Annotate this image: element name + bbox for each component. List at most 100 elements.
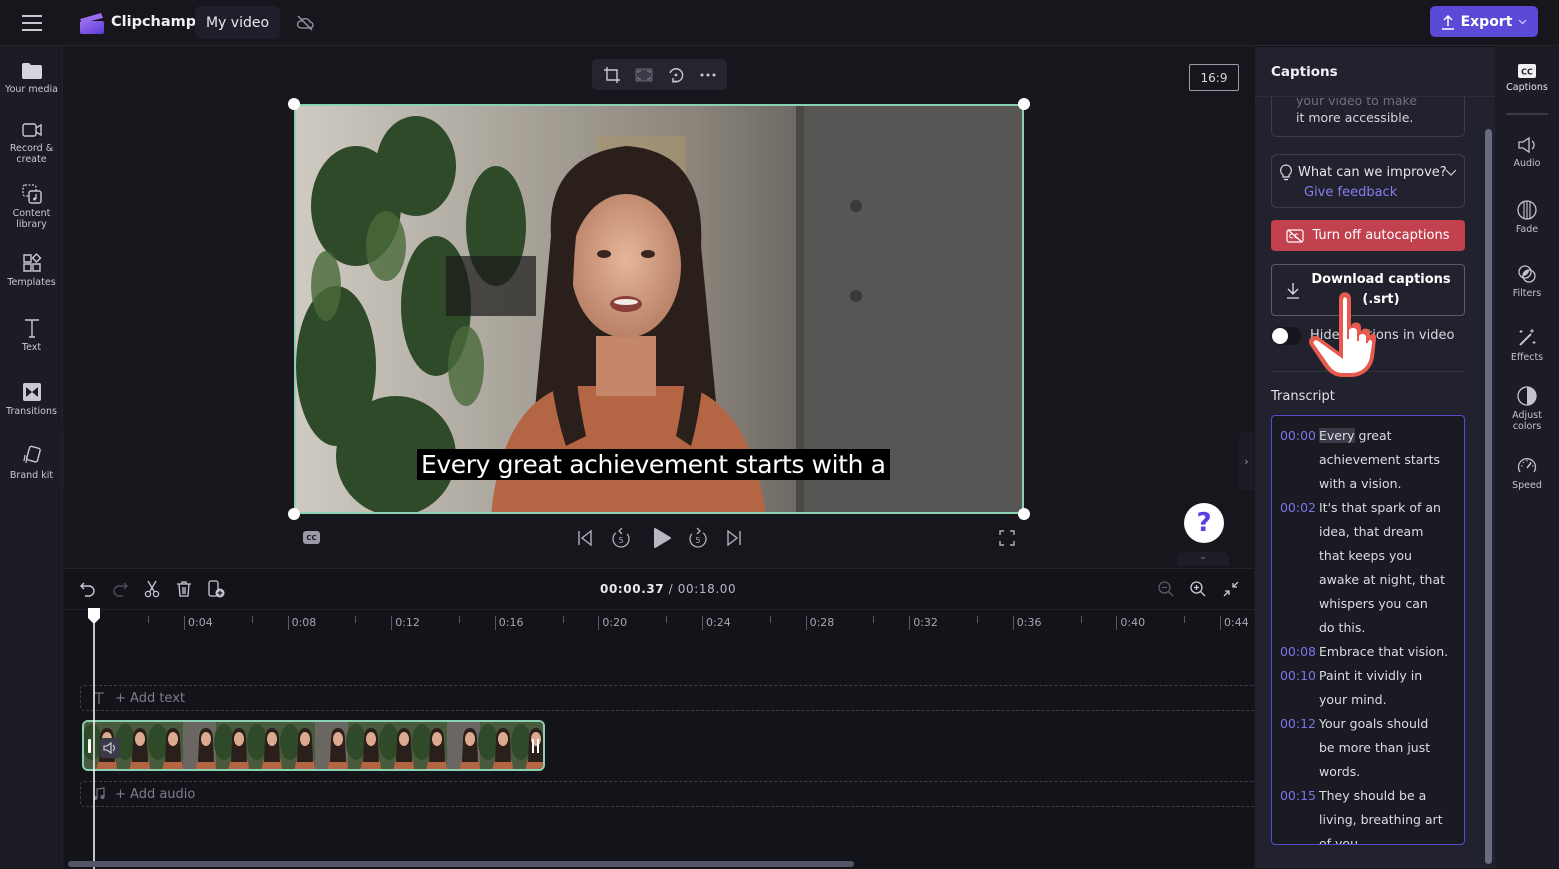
- timeline-ruler[interactable]: 0:04 0:08 0:12 0:16 0:20 0:24 0:28 0:32 0:36 0:40…: [64, 609, 1289, 639]
- transcript-text[interactable]: Your goals should be more than just words.: [1319, 712, 1459, 784]
- sidebar-item-label: Transitions: [6, 406, 57, 417]
- transcript-text[interactable]: It's that spark of an idea, that dream tha…: [1319, 496, 1459, 640]
- export-button[interactable]: Export: [1430, 6, 1538, 37]
- collapse-help-button[interactable]: ⌄: [1177, 552, 1229, 566]
- zoom-in-icon[interactable]: [1188, 579, 1208, 599]
- total-time: 00:18.00: [677, 582, 737, 596]
- sidebar-item-brand-kit[interactable]: Brand kit: [0, 445, 63, 481]
- collapse-panel-button[interactable]: ›: [1239, 432, 1254, 490]
- resize-handle-bottom-left[interactable]: [288, 508, 300, 520]
- turn-off-autocaptions-button[interactable]: Turn off autocaptions: [1271, 220, 1465, 251]
- ruler-tick-label: 0:16: [494, 616, 524, 630]
- rewind-5-seconds-icon[interactable]: 5: [610, 527, 632, 549]
- export-label: Export: [1460, 13, 1513, 30]
- rail-item-audio[interactable]: Audio: [1495, 135, 1559, 169]
- skip-to-start-icon[interactable]: [574, 527, 596, 549]
- sidebar-item-content-library[interactable]: Content library: [0, 183, 63, 230]
- app-name: Clipchamp: [111, 14, 197, 30]
- ruler-tick-label: 0:12: [391, 616, 420, 630]
- download-label-line-2: (.srt): [1362, 292, 1400, 307]
- ruler-minor-tick: [769, 616, 771, 623]
- rail-item-captions[interactable]: CC Captions: [1495, 63, 1559, 93]
- feedback-card[interactable]: What can we improve? Give feedback: [1271, 154, 1465, 208]
- transcript-timestamp[interactable]: 00:12: [1272, 716, 1316, 731]
- transcript-text[interactable]: They should be a living, breathing art of …: [1319, 784, 1459, 845]
- split-scissors-icon[interactable]: [142, 579, 162, 599]
- left-sidebar: Your media Record & create Content libra…: [0, 47, 63, 868]
- clip-audio-icon[interactable]: [100, 738, 120, 758]
- transcript-timestamp[interactable]: 00:10: [1272, 668, 1316, 683]
- transcript-timestamp[interactable]: 00:00: [1272, 428, 1316, 443]
- transcript-line: of you.: [1319, 836, 1362, 845]
- rail-item-filters[interactable]: Filters: [1495, 263, 1559, 299]
- fit-icon[interactable]: [634, 65, 654, 85]
- sidebar-item-label-2: library: [16, 219, 47, 230]
- upload-icon: [1441, 14, 1454, 30]
- ruler-minor-tick: [1080, 616, 1082, 623]
- give-feedback-link[interactable]: Give feedback: [1304, 185, 1397, 200]
- sidebar-item-your-media[interactable]: Your media: [0, 61, 63, 95]
- menu-icon[interactable]: [20, 12, 44, 34]
- sidebar-item-text[interactable]: Text: [0, 317, 63, 353]
- clip-thumbnail: [478, 722, 513, 769]
- project-name-field[interactable]: My video: [195, 6, 280, 39]
- help-button[interactable]: ?: [1184, 503, 1224, 543]
- chevron-down-icon: ⌄: [1199, 552, 1207, 562]
- more-options-icon[interactable]: [698, 65, 718, 85]
- transcript-timestamp[interactable]: 00:02: [1272, 500, 1316, 515]
- forward-5-seconds-icon[interactable]: 5: [687, 527, 709, 549]
- transcript-line: words.: [1319, 764, 1361, 779]
- video-clip[interactable]: [82, 720, 545, 771]
- closed-captions-toggle-button[interactable]: CC: [303, 531, 320, 544]
- rail-item-fade[interactable]: Fade: [1495, 199, 1559, 235]
- transcript-timestamp[interactable]: 00:08: [1272, 644, 1316, 659]
- filters-icon: [1518, 265, 1536, 283]
- rail-item-speed[interactable]: Speed: [1495, 455, 1559, 491]
- rail-item-effects[interactable]: Effects: [1495, 327, 1559, 363]
- sidebar-item-templates[interactable]: Templates: [0, 252, 63, 288]
- crop-icon[interactable]: [602, 65, 622, 85]
- resize-handle-top-left[interactable]: [288, 98, 300, 110]
- transcript-timestamp[interactable]: 00:15: [1272, 788, 1316, 803]
- redo-icon[interactable]: [110, 579, 130, 599]
- transcript-box[interactable]: 00:00 Every great achievement starts with a…: [1271, 415, 1465, 845]
- transcript-line: be more than just: [1319, 740, 1431, 755]
- video-preview[interactable]: Every great achievement starts with a: [294, 104, 1024, 514]
- resize-handle-bottom-right[interactable]: [1018, 508, 1030, 520]
- svg-text:5: 5: [618, 536, 623, 545]
- undo-icon[interactable]: [78, 579, 98, 599]
- rail-item-label: Effects: [1510, 352, 1544, 363]
- fullscreen-icon[interactable]: [999, 530, 1015, 546]
- clip-trim-handle-right[interactable]: [532, 739, 539, 753]
- cloud-sync-off-icon[interactable]: [295, 13, 315, 33]
- transcript-line: Every great: [1319, 428, 1392, 443]
- folder-icon: [21, 63, 42, 79]
- add-media-icon[interactable]: [206, 579, 226, 599]
- transcript-line: Paint it vividly in: [1319, 668, 1423, 683]
- aspect-ratio-button[interactable]: 16:9: [1189, 64, 1239, 91]
- chevron-down-icon[interactable]: [1445, 169, 1457, 177]
- download-captions-button[interactable]: Download captions (.srt): [1271, 264, 1465, 316]
- transcript-text[interactable]: Every great achievement starts with a visi…: [1319, 424, 1459, 496]
- audio-track-placeholder[interactable]: + Add audio: [80, 781, 1254, 807]
- resize-handle-top-right[interactable]: [1018, 98, 1030, 110]
- chevron-right-icon: ›: [1244, 454, 1249, 468]
- text-track-placeholder[interactable]: + Add text: [80, 685, 1254, 711]
- rail-item-adjust-colors[interactable]: Adjust colors: [1495, 385, 1559, 432]
- panel-vertical-scrollbar[interactable]: [1485, 129, 1492, 864]
- transcript-text[interactable]: Paint it vividly in your mind.: [1319, 664, 1459, 712]
- fit-timeline-icon[interactable]: [1221, 579, 1241, 599]
- sidebar-item-record-create[interactable]: Record & create: [0, 120, 63, 165]
- skip-to-end-icon[interactable]: [723, 527, 745, 549]
- playhead[interactable]: [87, 607, 101, 869]
- transcript-text[interactable]: Embrace that vision.: [1319, 640, 1459, 664]
- sidebar-item-transitions[interactable]: Transitions: [0, 381, 63, 417]
- delete-icon[interactable]: [174, 579, 194, 599]
- ruler-minor-tick: [1184, 616, 1186, 623]
- zoom-out-icon[interactable]: [1156, 579, 1176, 599]
- ruler-minor-tick: [251, 616, 253, 623]
- rotate-icon[interactable]: [666, 65, 686, 85]
- time-separator: /: [664, 582, 678, 596]
- play-icon[interactable]: [649, 526, 673, 550]
- timeline-horizontal-scrollbar[interactable]: [68, 861, 854, 867]
